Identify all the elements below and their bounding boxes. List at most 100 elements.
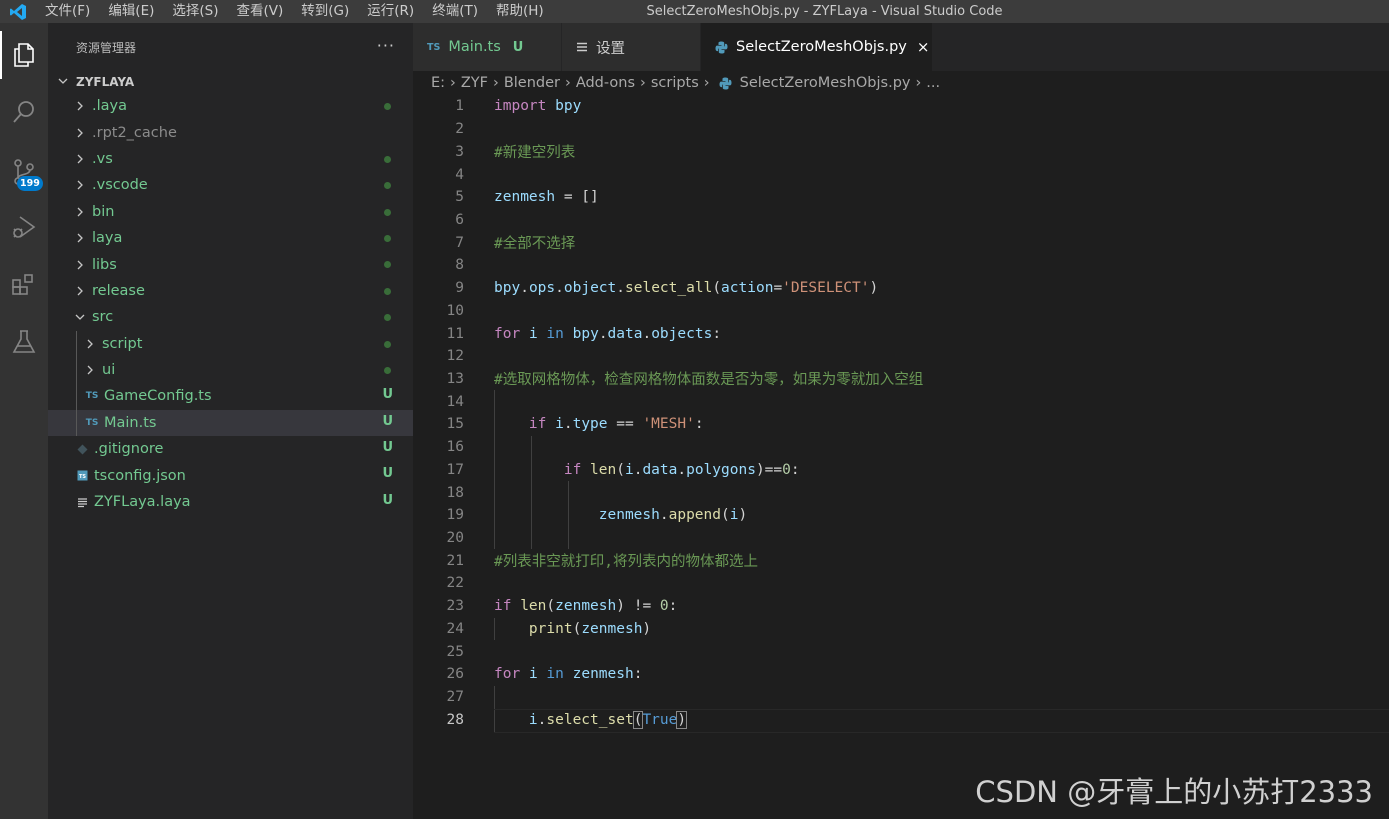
breadcrumb-zyf[interactable]: ZYF xyxy=(461,75,488,91)
tree-item[interactable]: .laya xyxy=(48,93,413,119)
menu-run[interactable]: 运行(R) xyxy=(358,0,423,23)
testing-icon[interactable] xyxy=(0,318,48,366)
code-line[interactable]: 15 if i.type == 'MESH': xyxy=(413,413,1389,436)
code-line[interactable]: 16 xyxy=(413,436,1389,459)
code-line[interactable]: 9 bpy.ops.object.select_all(action='DESEL… xyxy=(413,277,1389,300)
tree-item[interactable]: src xyxy=(48,304,413,330)
code-token: for xyxy=(494,325,521,342)
breadcrumb-drive[interactable]: E: xyxy=(431,75,445,91)
breadcrumb-file[interactable]: SelectZeroMeshObjs.py xyxy=(740,75,911,91)
code-line[interactable]: 10 xyxy=(413,299,1389,322)
code-line[interactable]: 14 xyxy=(413,390,1389,413)
menu-terminal[interactable]: 终端(T) xyxy=(423,0,487,23)
chevron-right-icon xyxy=(72,128,88,138)
code-line[interactable]: 7 #全部不选择 xyxy=(413,231,1389,254)
workspace-folder-label: ZYFLAYA xyxy=(76,75,135,89)
code-line[interactable]: 13 #选取网格物体，检查网格物体面数是否为零，如果为零就加入空组 xyxy=(413,368,1389,391)
source-control-icon[interactable]: 199 xyxy=(0,148,48,196)
untracked-status: U xyxy=(382,466,393,482)
menu-view[interactable]: 查看(V) xyxy=(228,0,293,23)
tab-settings[interactable]: 设置 xyxy=(562,23,701,71)
menu-selection[interactable]: 选择(S) xyxy=(163,0,227,23)
search-icon[interactable] xyxy=(0,88,48,136)
tree-item[interactable]: release xyxy=(48,278,413,304)
tree-item[interactable]: .gitignore U xyxy=(48,436,413,462)
code-line[interactable]: 5 zenmesh = [] xyxy=(413,186,1389,209)
tree-item[interactable]: .vscode xyxy=(48,172,413,198)
line-number: 23 xyxy=(446,598,464,615)
code-line[interactable]: 3 #新建空列表 xyxy=(413,140,1389,163)
code-line[interactable]: 8 xyxy=(413,254,1389,277)
tree-item[interactable]: bin xyxy=(48,199,413,225)
chevron-right-icon xyxy=(82,339,98,349)
menu-file[interactable]: 文件(F) xyxy=(36,0,99,23)
close-icon[interactable]: × xyxy=(917,38,930,56)
code-line[interactable]: 11 for i in bpy.data.objects: xyxy=(413,322,1389,345)
tree-item[interactable]: libs xyxy=(48,251,413,277)
code-token: in xyxy=(546,666,564,683)
code-line[interactable]: 4 xyxy=(413,163,1389,186)
menu-help[interactable]: 帮助(H) xyxy=(487,0,553,23)
line-number: 9 xyxy=(455,280,464,297)
tree-item[interactable]: ui xyxy=(48,357,413,383)
line-number: 17 xyxy=(446,461,464,478)
code-line[interactable]: 25 xyxy=(413,640,1389,663)
code-token: #新建空列表 xyxy=(494,145,576,162)
line-number: 15 xyxy=(446,416,464,433)
line-number: 3 xyxy=(455,143,464,160)
line-number: 24 xyxy=(446,620,464,637)
line-number: 14 xyxy=(446,393,464,410)
code-line[interactable]: 23 if len(zenmesh) != 0: xyxy=(413,595,1389,618)
breadcrumb-blender[interactable]: Blender xyxy=(504,75,560,91)
tree-item-label: GameConfig.ts xyxy=(104,388,212,405)
code-line[interactable]: 24 print(zenmesh) xyxy=(413,618,1389,641)
tree-item[interactable]: TS GameConfig.ts U xyxy=(48,383,413,409)
code-editor[interactable]: 1 import bpy 2 3 #新建空列表 4 5 zenmesh = [] 6 7 #全部不选… xyxy=(413,95,1389,819)
tab-selectzeromeshobjs-py[interactable]: SelectZeroMeshObjs.py × xyxy=(701,23,933,71)
code-line[interactable]: 1 import bpy xyxy=(413,95,1389,118)
code-token: : xyxy=(633,666,643,683)
tree-item[interactable]: script xyxy=(48,331,413,357)
code-line[interactable]: 22 xyxy=(413,572,1389,595)
code-token: len xyxy=(520,598,547,615)
menu-edit[interactable]: 编辑(E) xyxy=(99,0,163,23)
modified-dot-icon xyxy=(384,314,391,322)
code-line[interactable]: 21 #列表非空就打印,将列表内的物体都选上 xyxy=(413,549,1389,572)
code-line[interactable]: 28 i.select_set(True) xyxy=(413,708,1389,731)
extensions-icon[interactable] xyxy=(0,261,48,309)
breadcrumb-addons[interactable]: Add-ons xyxy=(576,75,635,91)
tree-item[interactable]: TS Main.ts U xyxy=(48,409,413,437)
tree-item[interactable]: .vs xyxy=(48,146,413,172)
tree-item[interactable]: .rpt2_cache xyxy=(48,119,413,145)
code-token: : xyxy=(668,598,678,615)
untracked-status: U xyxy=(382,387,393,403)
code-line[interactable]: 26 for i in zenmesh: xyxy=(413,663,1389,686)
breadcrumb-symbol[interactable]: ... xyxy=(926,75,940,91)
tab-main-ts[interactable]: TS Main.ts U xyxy=(413,23,562,71)
tree-item[interactable]: TS tsconfig.json U xyxy=(48,462,413,488)
line-number: 7 xyxy=(455,234,464,251)
code-line[interactable]: 20 xyxy=(413,527,1389,550)
explorer-icon[interactable] xyxy=(0,31,48,79)
tree-item[interactable]: laya xyxy=(48,225,413,251)
run-debug-icon[interactable] xyxy=(0,203,48,251)
code-token: = [] xyxy=(555,189,599,206)
workspace-folder[interactable]: ZYFLAYA xyxy=(48,71,413,93)
code-line[interactable]: 6 xyxy=(413,209,1389,232)
code-text: #全部不选择 xyxy=(494,232,575,253)
line-number: 27 xyxy=(446,689,464,706)
vscode-logo-icon[interactable] xyxy=(0,0,36,23)
code-token: bpy xyxy=(572,325,599,342)
code-line[interactable]: 2 xyxy=(413,118,1389,141)
menu-go[interactable]: 转到(G) xyxy=(292,0,358,23)
code-text: for i in zenmesh: xyxy=(494,666,642,682)
tree-item[interactable]: ZYFLaya.laya U xyxy=(48,489,413,515)
code-token: : xyxy=(694,416,704,433)
more-actions-icon[interactable]: ··· xyxy=(377,36,395,55)
code-line[interactable]: 19 zenmesh.append(i) xyxy=(413,504,1389,527)
code-line[interactable]: 12 xyxy=(413,345,1389,368)
code-line[interactable]: 18 xyxy=(413,481,1389,504)
code-line[interactable]: 27 xyxy=(413,686,1389,709)
breadcrumb-scripts[interactable]: scripts xyxy=(651,75,699,91)
code-line[interactable]: 17 if len(i.data.polygons)==0: xyxy=(413,459,1389,482)
